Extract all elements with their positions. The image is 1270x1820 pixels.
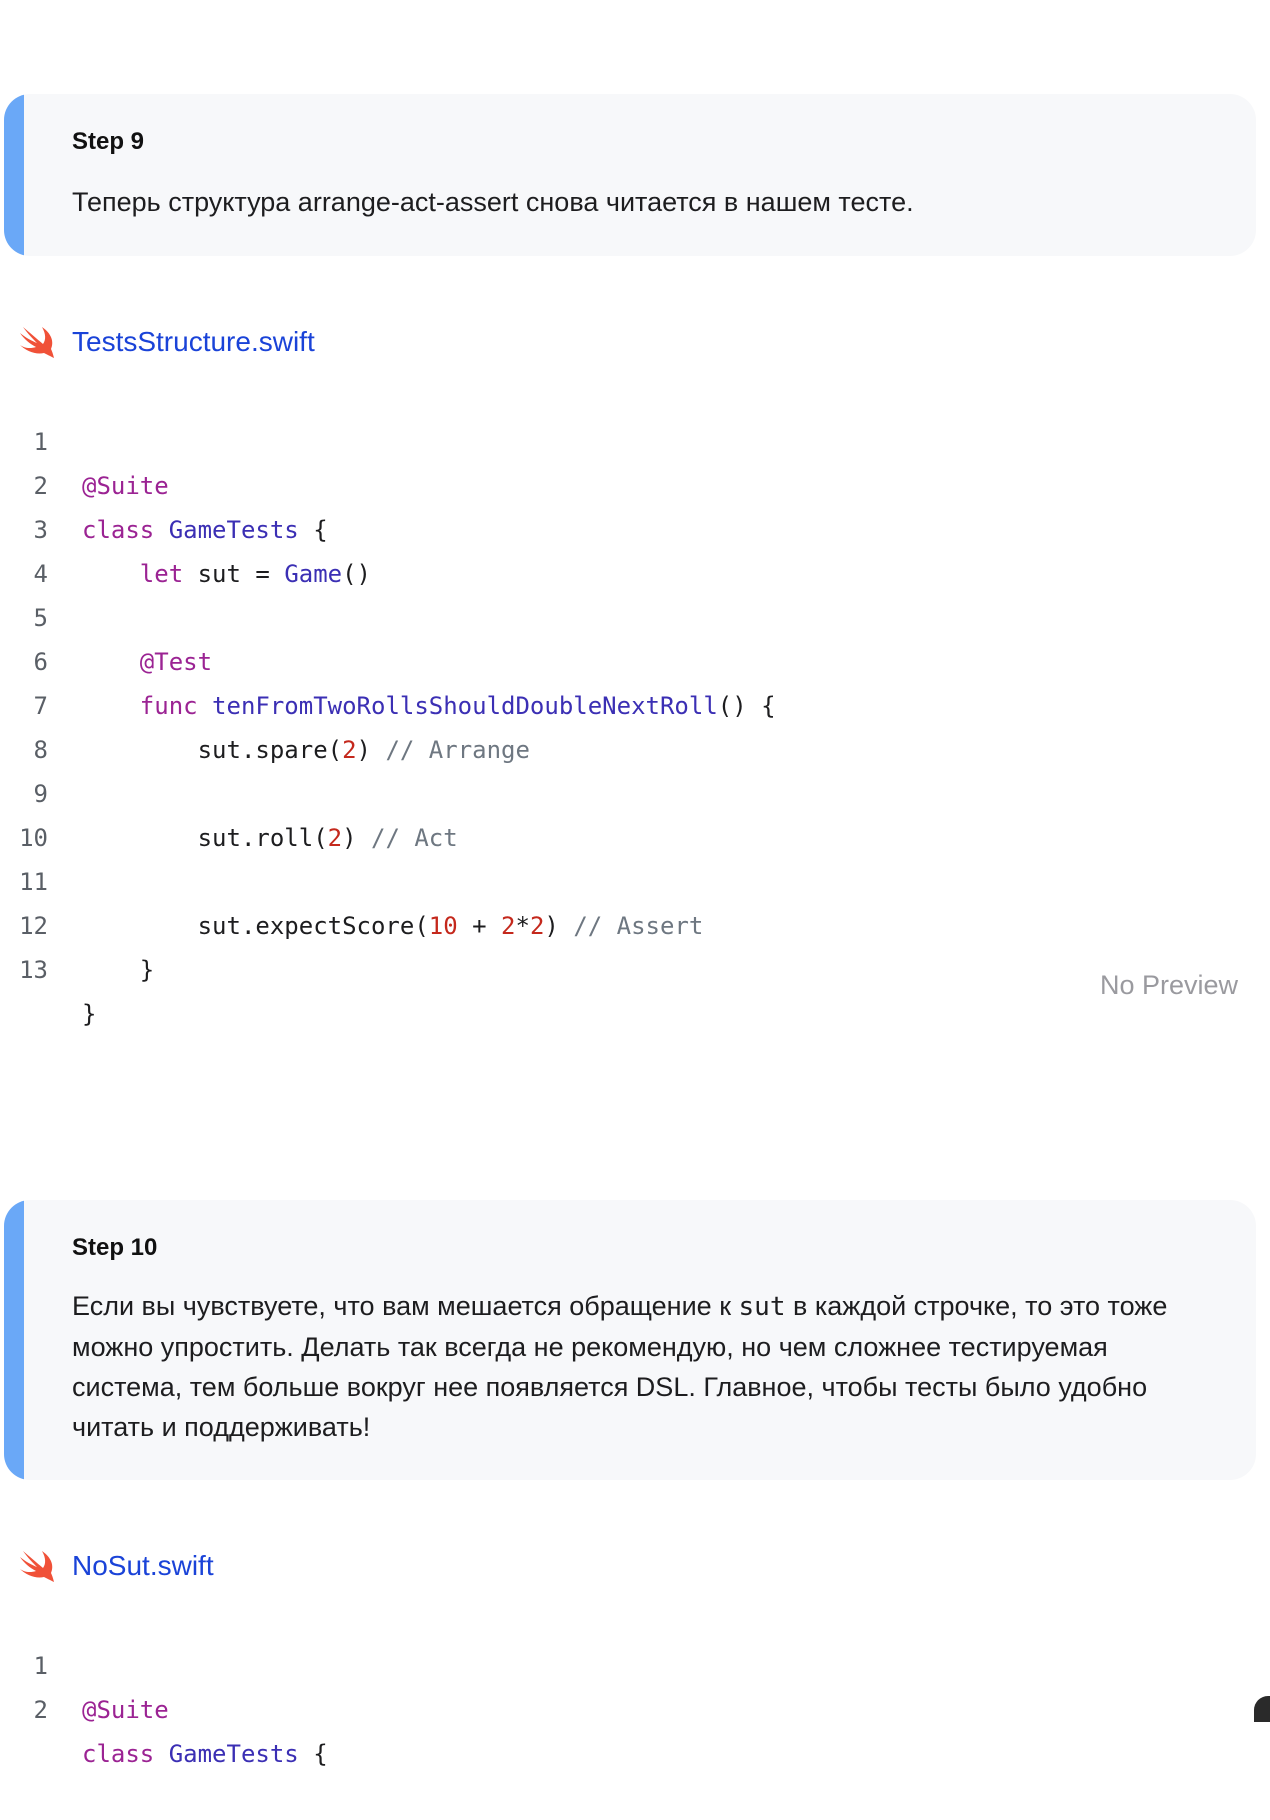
code-line: 1 @Suite: [0, 1600, 1270, 1724]
code-line: 10: [0, 772, 1270, 852]
file-header[interactable]: TestsStructure.swift: [18, 322, 315, 362]
swift-icon: [20, 327, 54, 358]
step-card-9: Step 9 Теперь структура arrange-act-asse…: [4, 94, 1256, 256]
code-line: 3 let sut = Game(): [0, 1688, 1270, 1722]
code-line: 7 sut.spare(2) // Arrange: [0, 640, 1270, 764]
code-line: 2 class GameTests {: [0, 1644, 1270, 1768]
code-line: 13 }: [0, 904, 1270, 1028]
code-line: 6 func tenFromTwoRollsShouldDoubleNextRo…: [0, 596, 1270, 720]
window-corner: [1254, 1696, 1270, 1722]
code-line: 9 sut.roll(2) // Act: [0, 728, 1270, 852]
code-block: 1 @Suite 2 class GameTests { 3 let sut =…: [0, 376, 1270, 1028]
code-line: 4: [0, 508, 1270, 588]
step-title: Step 9: [72, 128, 145, 155]
code-line: 8: [0, 684, 1270, 764]
file-header[interactable]: NoSut.swift: [18, 1546, 214, 1586]
code-line: 12 }: [0, 860, 1270, 984]
line-number: 13: [19, 956, 48, 984]
step-text: Теперь структура arrange-act-assert снов…: [72, 187, 914, 217]
code-line: 2 class GameTests {: [0, 420, 1270, 544]
no-preview-label: No Preview: [1099, 970, 1238, 1000]
code-line: 5 @Test: [0, 552, 1270, 676]
code-block: 1 @Suite 2 class GameTests { 3 let sut =…: [0, 1600, 1270, 1768]
file-name-link[interactable]: TestsStructure.swift: [72, 326, 315, 358]
step-title: Step 10: [72, 1234, 158, 1261]
inline-code: sut: [738, 1292, 786, 1322]
swift-icon: [20, 1551, 54, 1582]
step-card-10: Step 10 Если вы чувствуете, что вам меша…: [4, 1200, 1256, 1480]
code-line: 3 let sut = Game(): [0, 464, 1270, 588]
code-line: 1 @Suite: [0, 376, 1270, 500]
file-name-link[interactable]: NoSut.swift: [72, 1550, 214, 1582]
code-line: 11 sut.expectScore(10 + 2*2) // Assert: [0, 816, 1270, 940]
step-text: Если вы чувствуете, что вам мешается обр…: [72, 1291, 1168, 1442]
